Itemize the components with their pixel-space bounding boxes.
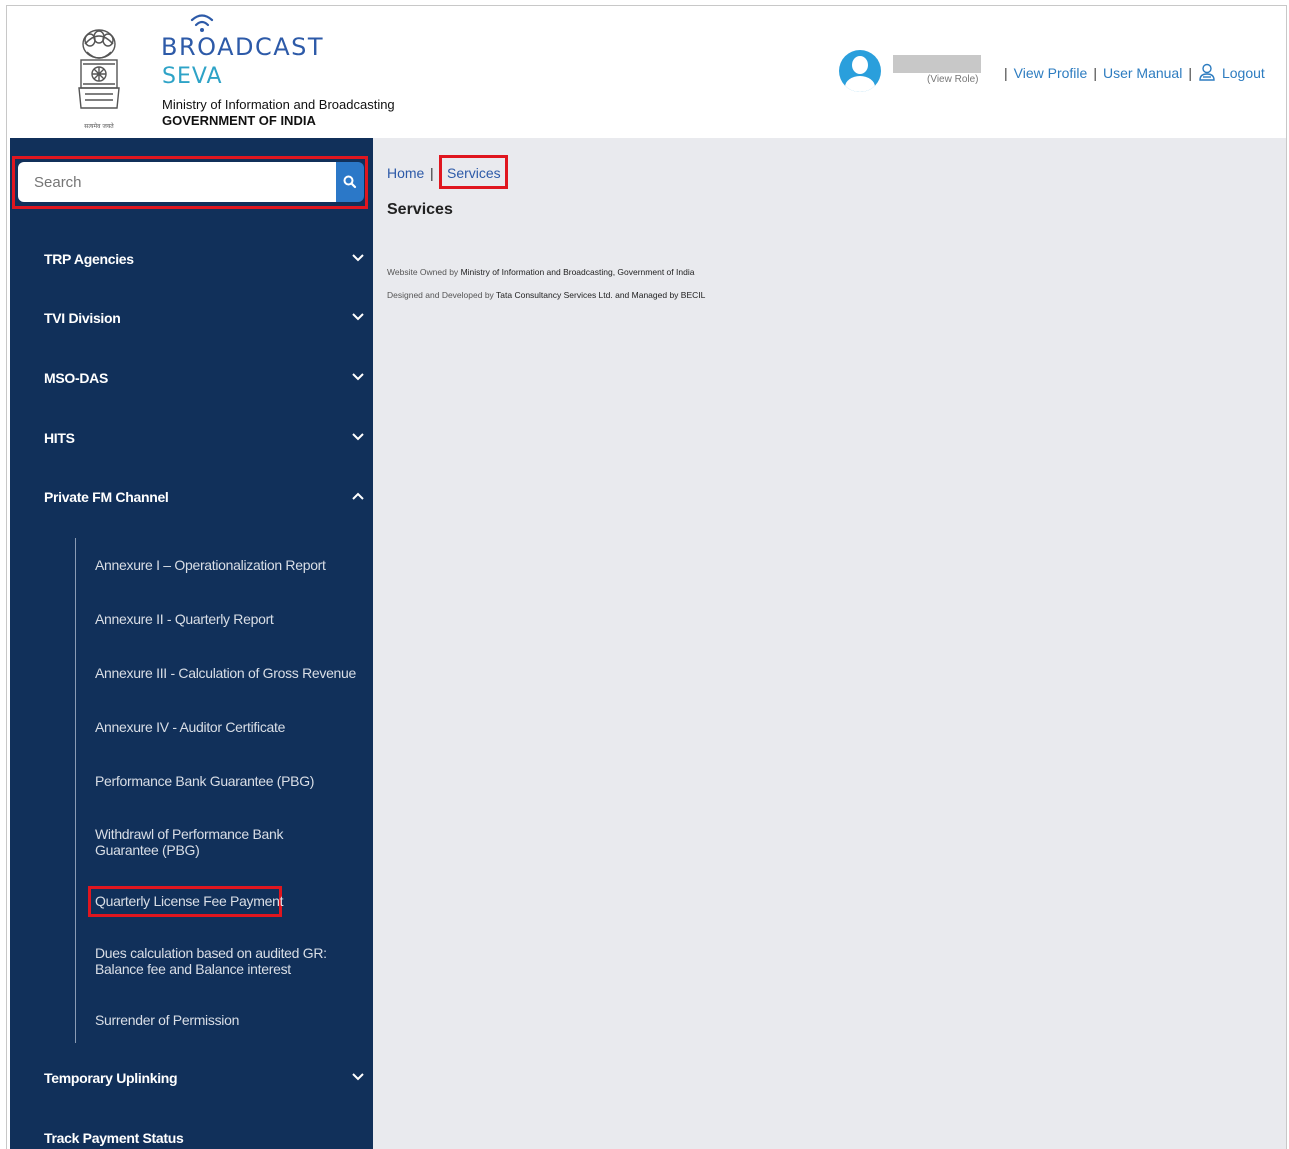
redacted-username [893,55,981,73]
submenu-divider [75,538,76,1043]
submenu-item-dues-calculation[interactable]: Dues calculation based on audited GR: Ba… [95,945,330,977]
sidebar-item-temporary-uplinking[interactable]: Temporary Uplinking [10,1058,373,1098]
logout-link[interactable]: Logout [1222,65,1265,81]
view-profile-link[interactable]: View Profile [1014,65,1088,81]
footer-dev: Tata Consultancy Services Ltd. and Manag… [496,290,706,300]
user-manual-link[interactable]: User Manual [1103,65,1182,81]
header-links: | View Profile | User Manual | Logout [998,63,1265,81]
chevron-down-icon [352,1073,364,1081]
user-avatar-icon[interactable] [839,50,881,92]
brand-name: BROADCAST [161,33,325,61]
footer-dev-prefix: Designed and Developed by [387,290,494,300]
chevron-down-icon [352,254,364,262]
submenu-item-annexure-2[interactable]: Annexure II - Quarterly Report [95,611,274,627]
submenu-item-surrender[interactable]: Surrender of Permission [95,1012,239,1028]
link-separator: | [1093,65,1097,81]
wifi-signal-icon [190,14,214,32]
page-title: Services [387,201,453,218]
footer-owner: Ministry of Information and Broadcasting… [460,267,695,277]
chevron-down-icon [352,313,364,321]
submenu-item-pbg[interactable]: Performance Bank Guarantee (PBG) [95,773,314,789]
sidebar-item-private-fm-channel[interactable]: Private FM Channel [10,477,373,517]
state-emblem-icon: सत्यमेव जयते [78,29,120,130]
sidebar-item-label: TVI Division [44,310,121,326]
footer-ownership: Website Owned by Ministry of Information… [387,267,694,277]
sidebar-item-label: TRP Agencies [44,251,134,267]
svg-text:सत्यमेव जयते: सत्यमेव जयते [84,122,114,130]
breadcrumb-home-link[interactable]: Home [387,165,424,181]
sidebar-item-label: Private FM Channel [44,489,169,505]
brand-subname: SEVA [162,64,223,89]
submenu-item-annexure-3[interactable]: Annexure III - Calculation of Gross Reve… [95,665,356,681]
sidebar-item-label: HITS [44,430,75,446]
search-button[interactable] [336,162,364,202]
chevron-down-icon [352,433,364,441]
chevron-down-icon [352,373,364,381]
submenu-item-annexure-1[interactable]: Annexure I – Operationalization Report [95,557,326,573]
sidebar-item-label: Track Payment Status [44,1130,184,1146]
search-input[interactable] [18,162,338,202]
sidebar-item-track-payment-status[interactable]: Track Payment Status [10,1118,373,1149]
sidebar-item-label: Temporary Uplinking [44,1070,178,1086]
footer-owned-prefix: Website Owned by [387,267,459,277]
breadcrumb-separator: | [430,165,434,181]
sidebar-item-hits[interactable]: HITS [10,418,373,458]
link-separator: | [1188,65,1192,81]
breadcrumb-current[interactable]: Services [447,165,501,181]
sidebar-item-trp-agencies[interactable]: TRP Agencies [10,239,373,279]
search-icon [343,175,357,189]
user-logout-icon[interactable] [1198,63,1216,81]
ministry-name: Ministry of Information and Broadcasting [162,97,395,112]
submenu-item-annexure-4[interactable]: Annexure IV - Auditor Certificate [95,719,285,735]
sidebar-item-tvi-division[interactable]: TVI Division [10,298,373,338]
submenu-item-withdrawl-pbg[interactable]: Withdrawl of Performance Bank Guarantee … [95,826,350,858]
chevron-up-icon [352,492,364,500]
government-name: GOVERNMENT OF INDIA [162,113,316,128]
view-role-link[interactable]: (View Role) [927,74,979,85]
submenu-item-quarterly-license-fee[interactable]: Quarterly License Fee Payment [95,893,283,909]
sidebar-item-mso-das[interactable]: MSO-DAS [10,358,373,398]
sidebar [10,138,373,1149]
sidebar-item-label: MSO-DAS [44,370,109,386]
footer-developer: Designed and Developed by Tata Consultan… [387,290,705,300]
link-separator: | [1004,65,1008,81]
